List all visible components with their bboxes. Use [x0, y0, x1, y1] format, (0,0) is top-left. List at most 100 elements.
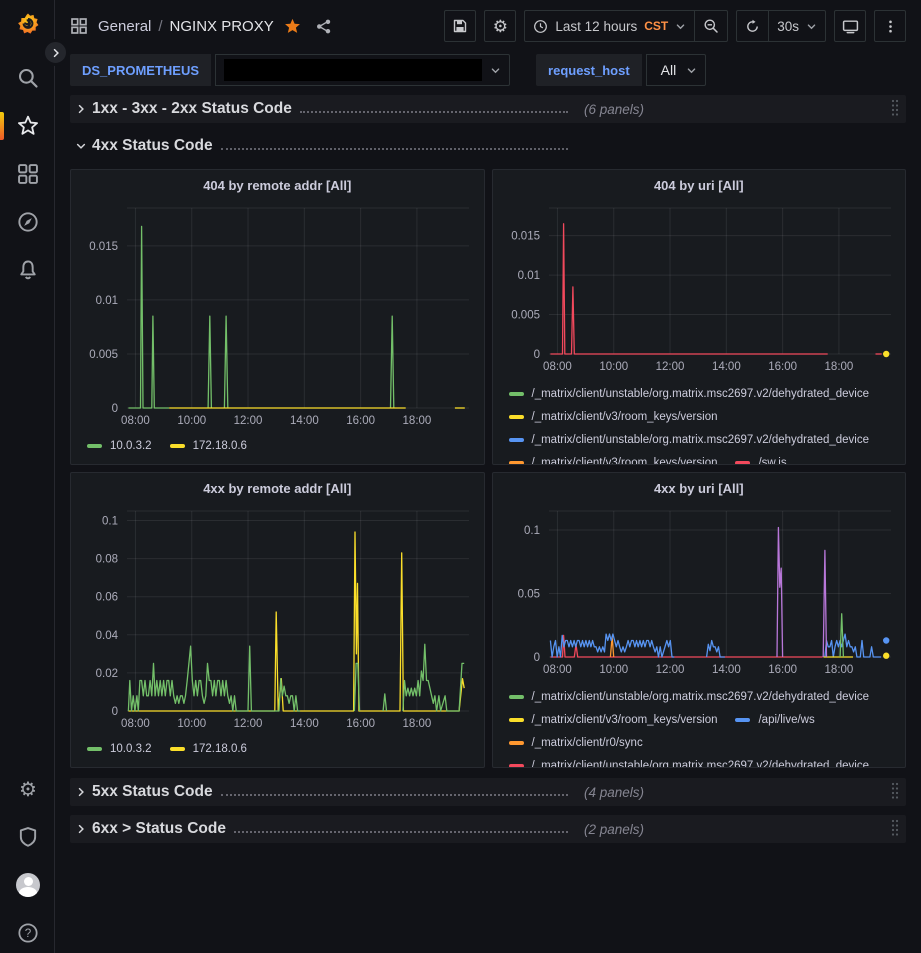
refresh-group: 30s: [736, 10, 826, 42]
refresh-interval-value: 30s: [777, 19, 799, 34]
svg-text:0.005: 0.005: [511, 310, 540, 322]
svg-text:?: ?: [25, 927, 32, 940]
panel-404-by-remote-addr-all: 404 by remote addr [All]00.0050.010.0150…: [70, 169, 485, 465]
legend-item[interactable]: /sw.js: [735, 451, 786, 465]
legend-item[interactable]: /_matrix/client/v3/room_keys/version: [509, 708, 718, 731]
legend-item[interactable]: /_matrix/client/unstable/org.matrix.msc2…: [509, 428, 870, 451]
grafana-logo[interactable]: [16, 12, 40, 36]
legend-item[interactable]: /api/live/ws: [735, 708, 814, 731]
row-drag-handle[interactable]: [890, 98, 900, 121]
chart-canvas[interactable]: 00.0050.010.01508:0010:0012:0014:0016:00…: [493, 200, 905, 376]
explore-compass-icon[interactable]: [16, 210, 40, 234]
tv-mode-button[interactable]: [834, 10, 866, 42]
svg-text:10:00: 10:00: [177, 718, 206, 730]
refresh-button[interactable]: [737, 11, 768, 41]
row-dotted-leader: [300, 111, 568, 113]
search-icon[interactable]: [16, 66, 40, 90]
svg-text:18:00: 18:00: [403, 415, 432, 427]
panel-legend: /_matrix/client/unstable/org.matrix.msc2…: [493, 679, 906, 768]
legend-item[interactable]: /_matrix/client/unstable/org.matrix.msc2…: [509, 382, 870, 405]
row-title: 6xx > Status Code: [92, 820, 226, 838]
svg-text:14:00: 14:00: [711, 361, 740, 373]
panel-404-by-uri-all: 404 by uri [All]00.0050.010.01508:0010:0…: [492, 169, 907, 465]
svg-text:14:00: 14:00: [290, 718, 319, 730]
svg-text:10:00: 10:00: [599, 361, 628, 373]
legend-item[interactable]: 172.18.0.6: [170, 737, 247, 760]
sidebar-active-indicator: [0, 112, 4, 140]
row-dotted-leader: [221, 148, 568, 150]
clock-icon: [533, 19, 548, 34]
legend-item[interactable]: 10.0.3.2: [87, 434, 152, 457]
panel-title[interactable]: 404 by uri [All]: [493, 170, 906, 200]
row-panel-count: (4 panels): [584, 785, 644, 800]
breadcrumb-dashboard-title[interactable]: NGINX PROXY: [170, 18, 274, 35]
row-4xx[interactable]: 4xx Status Code: [70, 132, 906, 160]
svg-text:16:00: 16:00: [768, 361, 797, 373]
time-range-picker[interactable]: Last 12 hours CST: [525, 11, 694, 41]
svg-text:14:00: 14:00: [290, 415, 319, 427]
svg-text:08:00: 08:00: [543, 361, 572, 373]
svg-text:0: 0: [533, 652, 539, 664]
row-dotted-leader: [221, 794, 568, 796]
legend-item[interactable]: 10.0.3.2: [87, 737, 152, 760]
alerting-bell-icon[interactable]: [16, 258, 40, 282]
dashboards-icon[interactable]: [16, 162, 40, 186]
legend-swatch: [509, 764, 524, 768]
legend-swatch: [735, 718, 750, 722]
starred-icon[interactable]: [16, 114, 40, 138]
help-icon[interactable]: ?: [16, 921, 40, 945]
legend-item[interactable]: /_matrix/client/v3/room_keys/version: [509, 451, 718, 465]
row-6xx[interactable]: 6xx > Status Code (2 panels): [70, 815, 906, 843]
legend-swatch: [170, 747, 185, 751]
variable-label-ds-prometheus[interactable]: DS_PROMETHEUS: [70, 54, 211, 86]
svg-text:12:00: 12:00: [655, 664, 684, 676]
sidebar-expand-button[interactable]: [42, 39, 69, 66]
configuration-gear-icon[interactable]: ⚙: [16, 777, 40, 801]
chevron-right-icon: [70, 786, 92, 798]
legend-item[interactable]: /_matrix/client/unstable/org.matrix.msc2…: [509, 685, 870, 708]
more-options-kebab-button[interactable]: [874, 10, 906, 42]
row-1xx-3xx-2xx[interactable]: 1xx - 3xx - 2xx Status Code (6 panels): [70, 95, 906, 123]
legend-item[interactable]: 172.18.0.6: [170, 434, 247, 457]
svg-text:16:00: 16:00: [768, 664, 797, 676]
row-5xx[interactable]: 5xx Status Code (4 panels): [70, 778, 906, 806]
chart-canvas[interactable]: 00.050.108:0010:0012:0014:0016:0018:00: [493, 503, 905, 679]
svg-text:0.04: 0.04: [96, 630, 119, 642]
share-icon[interactable]: [315, 18, 332, 35]
variable-value-request-host: All: [655, 62, 679, 78]
svg-text:18:00: 18:00: [824, 361, 853, 373]
breadcrumb-section[interactable]: General: [98, 18, 151, 35]
row-drag-handle[interactable]: [890, 818, 900, 841]
chart-canvas[interactable]: 00.020.040.060.080.108:0010:0012:0014:00…: [71, 503, 483, 733]
avatar[interactable]: [16, 873, 40, 897]
refresh-interval-dropdown[interactable]: 30s: [768, 11, 825, 41]
dashboard-settings-button[interactable]: ⚙: [484, 10, 516, 42]
legend-label: /_matrix/client/unstable/org.matrix.msc2…: [532, 760, 870, 769]
zoom-out-button[interactable]: [694, 11, 727, 41]
panel-title[interactable]: 404 by remote addr [All]: [71, 170, 484, 200]
server-admin-shield-icon[interactable]: [16, 825, 40, 849]
variable-dropdown-request-host[interactable]: All: [646, 54, 707, 86]
svg-text:0.015: 0.015: [89, 241, 118, 253]
row-title: 4xx Status Code: [92, 137, 213, 155]
row-drag-handle[interactable]: [890, 781, 900, 804]
legend-swatch: [509, 438, 524, 442]
panel-title[interactable]: 4xx by uri [All]: [493, 473, 906, 503]
panel-legend: 10.0.3.2 172.18.0.6: [71, 430, 484, 457]
save-dashboard-button[interactable]: [444, 10, 476, 42]
legend-swatch: [170, 444, 185, 448]
panel-legend: /_matrix/client/unstable/org.matrix.msc2…: [493, 376, 906, 465]
chart-canvas[interactable]: 00.0050.010.01508:0010:0012:0014:0016:00…: [71, 200, 483, 430]
variable-label-request-host[interactable]: request_host: [536, 54, 642, 86]
timezone-label: CST: [644, 19, 668, 33]
legend-label: /_matrix/client/v3/room_keys/version: [532, 457, 718, 466]
legend-item[interactable]: /_matrix/client/unstable/org.matrix.msc2…: [509, 754, 870, 768]
variable-dropdown-ds-prometheus[interactable]: [215, 54, 510, 86]
legend-item[interactable]: /_matrix/client/v3/room_keys/version: [509, 405, 718, 428]
variable-value-redacted: [224, 59, 482, 81]
legend-swatch: [509, 415, 524, 419]
legend-label: 10.0.3.2: [110, 440, 152, 452]
panel-title[interactable]: 4xx by remote addr [All]: [71, 473, 484, 503]
favorite-star-icon[interactable]: [284, 18, 301, 35]
legend-item[interactable]: /_matrix/client/r0/sync: [509, 731, 643, 754]
